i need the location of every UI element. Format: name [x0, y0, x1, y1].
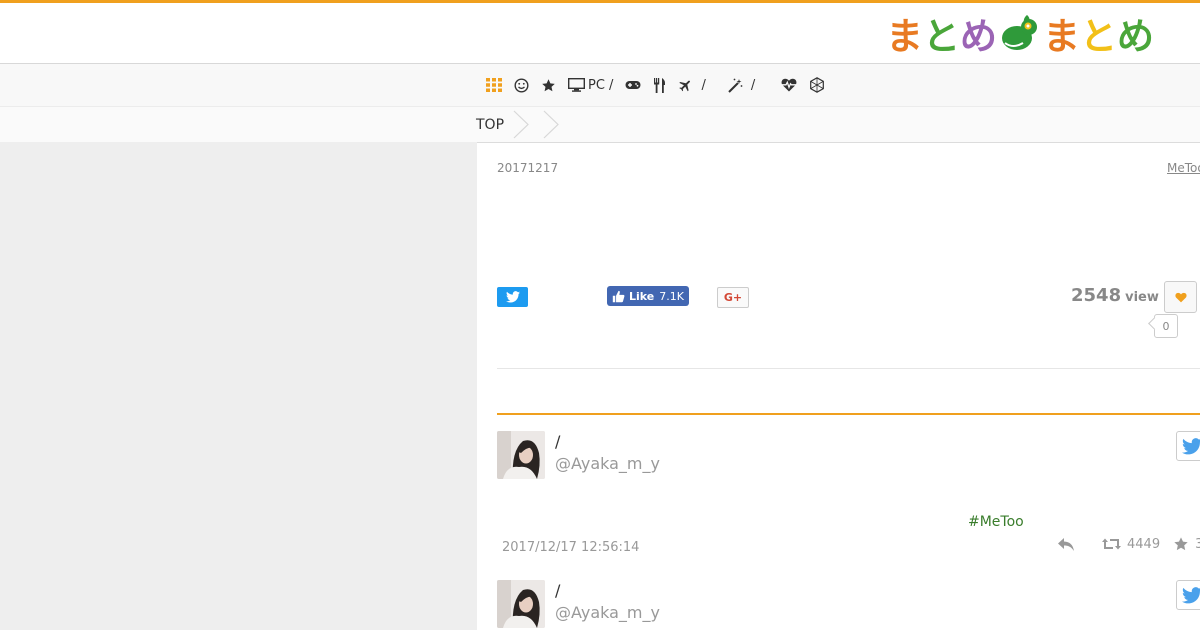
smiley-icon — [514, 77, 529, 93]
favorite-count-bubble: 0 — [1154, 314, 1178, 338]
utensils-icon — [654, 77, 666, 93]
nav-item-entertainment[interactable] — [514, 75, 529, 95]
logo-char: め — [1117, 15, 1154, 58]
nav-item-travel[interactable]: / — [678, 75, 706, 95]
tweet-author-name[interactable]: / — [555, 432, 560, 451]
grid-icon — [486, 78, 502, 92]
retweet-icon — [1102, 538, 1121, 550]
facebook-like-count: 7.1K — [659, 289, 684, 303]
twitter-follow-button[interactable] — [1176, 580, 1200, 610]
user-photo — [497, 431, 545, 479]
logo-char: と — [923, 15, 960, 58]
logo-char: め — [960, 15, 997, 58]
like-count: 38 — [1195, 536, 1200, 552]
tweet-hashtag[interactable]: #MeToo — [968, 514, 1024, 530]
twitter-bird-icon — [505, 291, 520, 303]
category-nav-bar: PC / / / — [0, 64, 1200, 106]
magic-wand-icon — [728, 78, 743, 93]
thumbs-up-icon — [612, 290, 625, 302]
view-counter: 2548 view — [1071, 285, 1159, 306]
twitter-bird-icon — [1182, 437, 1200, 454]
nav-item-food[interactable] — [653, 75, 666, 95]
nav-item-howto[interactable]: / — [728, 75, 755, 95]
heartbeat-icon — [781, 78, 797, 92]
nav-item-other[interactable] — [809, 75, 825, 95]
view-count: 2548 — [1071, 285, 1122, 306]
monitor-icon — [568, 78, 585, 92]
article-date: 20171217 — [497, 161, 559, 175]
breadcrumb-bar: TOP — [0, 106, 1200, 143]
nav-label-travel: / — [701, 77, 706, 93]
hexagon-icon — [810, 77, 825, 93]
star-icon — [1174, 537, 1188, 551]
embedded-tweet: / @Ayaka_m_y #MeToo 2017/12/17 12:56:14 — [497, 431, 1200, 571]
logo-char: と — [1080, 15, 1117, 58]
star-icon — [542, 78, 555, 91]
article-tag-link[interactable]: MeToo — [1167, 161, 1200, 175]
nav-item-all[interactable] — [486, 75, 502, 95]
heart-icon — [1174, 292, 1187, 302]
left-sidebar — [0, 142, 477, 630]
view-unit: view — [1125, 290, 1159, 305]
nav-label-howto: / — [750, 77, 756, 93]
tweet-timestamp[interactable]: 2017/12/17 12:56:14 — [502, 540, 639, 555]
twitter-share-button[interactable] — [497, 287, 528, 307]
twitter-follow-button[interactable] — [1176, 431, 1200, 461]
category-nav: PC / / / — [486, 75, 837, 95]
like-button[interactable]: 38 — [1173, 536, 1200, 552]
divider — [497, 368, 1200, 369]
facebook-like-button[interactable]: Like 7.1K — [607, 286, 689, 306]
breadcrumb-top-link[interactable]: TOP — [476, 117, 504, 133]
breadcrumb: TOP — [476, 107, 562, 142]
site-header: ま と め ま と め — [0, 3, 1200, 64]
embedded-tweet: / @Ayaka_m_y — [497, 580, 1200, 630]
favorite-button[interactable] — [1164, 281, 1197, 313]
nav-item-favorites[interactable] — [541, 75, 556, 95]
tweet-actions: 4449 38 — [1057, 536, 1200, 552]
nav-item-games[interactable] — [625, 75, 641, 95]
section-divider — [497, 413, 1200, 415]
facebook-like-label: Like — [629, 289, 655, 303]
twitter-bird-icon — [1182, 586, 1200, 603]
tweet-author-handle[interactable]: @Ayaka_m_y — [555, 603, 660, 622]
nav-label-pc: PC / — [588, 77, 614, 93]
chevron-right-icon — [543, 110, 559, 139]
logo-char: ま — [1043, 15, 1080, 58]
nav-item-pc[interactable]: PC / — [568, 75, 613, 95]
plane-icon — [679, 80, 691, 91]
tweet-author-handle[interactable]: @Ayaka_m_y — [555, 454, 660, 473]
gamepad-icon — [625, 81, 641, 89]
reply-icon — [1058, 538, 1074, 551]
retweet-button[interactable]: 4449 — [1102, 537, 1160, 552]
user-photo — [497, 580, 545, 628]
chevron-right-icon — [513, 110, 529, 139]
leaf-creature-logo-icon — [1002, 15, 1037, 50]
google-plus-button[interactable]: G+ — [717, 287, 749, 308]
retweet-count: 4449 — [1127, 536, 1161, 552]
nav-item-health[interactable] — [781, 75, 797, 95]
article-main: 20171217 MeToo Like 7.1K G+ 2548 view 0 — [477, 142, 1200, 630]
tweet-author-name[interactable]: / — [555, 581, 560, 600]
logo-char: ま — [886, 15, 923, 58]
reply-button[interactable] — [1057, 536, 1075, 552]
avatar[interactable] — [497, 431, 545, 479]
site-logo[interactable]: ま と め ま と め — [886, 11, 1154, 58]
avatar[interactable] — [497, 580, 545, 628]
